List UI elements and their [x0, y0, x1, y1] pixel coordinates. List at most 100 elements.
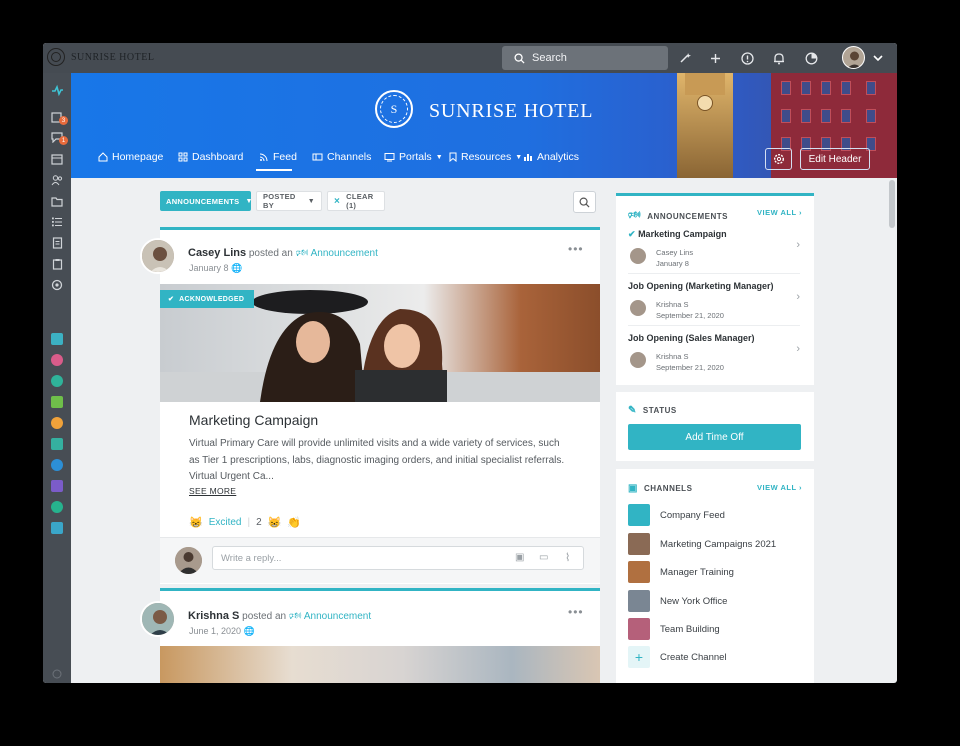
announcement-item[interactable]: Job Opening (Sales Manager) Krishna S Sep…	[628, 333, 800, 381]
feed-search-button[interactable]	[573, 191, 596, 213]
search-box[interactable]: Search	[502, 46, 668, 70]
post-type-link[interactable]: Announcement	[304, 611, 371, 622]
chevron-right-icon: ›	[796, 291, 800, 303]
reaction-count[interactable]: 2	[256, 517, 262, 528]
app-8-icon[interactable]	[51, 480, 63, 492]
channel-item[interactable]: Company Feed	[628, 504, 725, 526]
channel-item[interactable]: Team Building	[628, 618, 720, 640]
plus-icon: +	[628, 646, 650, 668]
more-options-icon[interactable]: •••	[568, 242, 584, 256]
channel-item[interactable]: Manager Training	[628, 561, 734, 583]
portal-icon	[384, 153, 395, 162]
app-4-icon[interactable]	[51, 396, 63, 408]
post-image: ✔ ACKNOWLEDGED	[160, 284, 600, 402]
nav-analytics-label: Analytics	[537, 151, 580, 163]
nav-analytics[interactable]: Analytics	[523, 151, 579, 163]
chat-icon[interactable]: 1	[50, 130, 68, 145]
app-window: SUNRISE HOTEL Search 3 1 S SUNRISE HOTEL…	[43, 43, 897, 683]
channels-view-all[interactable]: VIEW ALL ›	[757, 483, 802, 492]
collapse-icon[interactable]	[50, 667, 64, 681]
status-heading: ✎ STATUS	[628, 405, 677, 416]
see-more-link[interactable]: SEE MORE	[189, 486, 236, 496]
user-avatar[interactable]	[842, 46, 865, 69]
app-6-icon[interactable]	[51, 438, 63, 450]
folder-icon[interactable]	[50, 194, 64, 208]
post-author[interactable]: Casey Lins	[188, 247, 246, 259]
clock-face	[697, 95, 713, 111]
channel-item[interactable]: Marketing Campaigns 2021	[628, 533, 776, 555]
nav-resources[interactable]: Resources ▼	[449, 151, 522, 163]
clear-filter-button[interactable]: × CLEAR (1)	[327, 191, 385, 211]
magic-wand-icon[interactable]	[676, 49, 694, 67]
clipboard-icon[interactable]	[50, 257, 64, 271]
announcements-view-all[interactable]: VIEW ALL ›	[757, 208, 802, 217]
page-scrollbar[interactable]	[889, 180, 895, 228]
posted-by-filter[interactable]: POSTED BY ▼	[256, 191, 322, 211]
channel-label: Manager Training	[660, 566, 734, 578]
plus-icon[interactable]	[706, 49, 724, 67]
people-icon[interactable]	[50, 173, 64, 187]
nav-feed[interactable]: Feed	[259, 151, 297, 163]
author-avatar[interactable]	[140, 238, 176, 274]
edit-icon: ✎	[628, 405, 637, 416]
nav-homepage[interactable]: Homepage	[98, 151, 163, 163]
chevron-right-icon: ›	[796, 343, 800, 355]
settings-icon[interactable]	[50, 278, 64, 292]
app-2-icon[interactable]	[51, 354, 63, 366]
app-1-icon[interactable]	[51, 333, 63, 345]
document-icon[interactable]	[50, 236, 64, 250]
channel-label: Team Building	[660, 623, 720, 635]
post-type-link[interactable]: Announcement	[311, 248, 378, 259]
chat-badge: 1	[59, 136, 68, 145]
app-5-icon[interactable]	[51, 417, 63, 429]
channel-item[interactable]: New York Office	[628, 590, 727, 612]
current-user-avatar	[175, 547, 202, 574]
nav-portals[interactable]: Portals ▼	[384, 151, 443, 163]
attachment-icon[interactable]: ⌇	[565, 551, 570, 564]
announcement-item[interactable]: ✔ Marketing Campaign Casey Lins January 8…	[628, 229, 800, 274]
announcements-filter[interactable]: ANNOUNCEMENTS ▼	[160, 191, 252, 211]
channel-thumbnail	[628, 561, 650, 583]
megaphone-icon: 🕬	[628, 210, 642, 221]
reaction-label[interactable]: Excited	[209, 517, 242, 528]
bell-icon[interactable]	[770, 49, 788, 67]
chevron-down-icon[interactable]	[869, 49, 887, 67]
app-10-icon[interactable]	[51, 522, 63, 534]
nav-dashboard-label: Dashboard	[192, 151, 244, 163]
author-avatar[interactable]	[140, 601, 176, 637]
channels-panel: ▣ CHANNELS VIEW ALL › Company Feed Marke…	[616, 469, 814, 683]
edit-header-button[interactable]: Edit Header	[800, 148, 870, 170]
activity-icon[interactable]	[50, 83, 64, 97]
globe-icon: 🌐	[231, 263, 243, 273]
app-7-icon[interactable]	[51, 459, 63, 471]
excited-emoji-icon[interactable]: 😸	[189, 516, 203, 529]
tasks-icon[interactable]: 3	[50, 110, 68, 125]
gif-icon[interactable]: ▭	[539, 552, 548, 563]
header-settings-button[interactable]	[765, 148, 792, 170]
nav-channels[interactable]: Channels	[312, 151, 371, 163]
announcement-byline: Krishna S September 21, 2020	[656, 300, 724, 320]
cat-emoji-icon: 😸	[267, 517, 282, 529]
app-9-icon[interactable]	[51, 501, 63, 513]
app-3-icon[interactable]	[51, 375, 63, 387]
camera-icon[interactable]: ▣	[515, 552, 524, 563]
announcement-item[interactable]: Job Opening (Marketing Manager) Krishna …	[628, 281, 800, 326]
create-channel-button[interactable]: + Create Channel	[628, 646, 727, 668]
reply-input[interactable]: Write a reply... ▣ ▭ ⌇	[212, 546, 584, 570]
checklist-icon[interactable]	[50, 215, 64, 229]
post-meta: June 1, 2020 🌐	[189, 626, 255, 637]
more-options-icon[interactable]: •••	[568, 605, 584, 619]
post-author[interactable]: Krishna S	[188, 610, 239, 622]
brand[interactable]: SUNRISE HOTEL	[47, 48, 154, 66]
reply-section: Write a reply... ▣ ▭ ⌇	[160, 537, 600, 583]
status-panel: ✎ STATUS Add Time Off	[616, 392, 814, 461]
post-title[interactable]: Marketing Campaign	[189, 412, 318, 428]
announcements-heading: 🕬 ANNOUNCEMENTS	[628, 208, 728, 225]
announcement-byline: Casey Lins January 8	[656, 248, 694, 268]
clear-filter-label: CLEAR (1)	[346, 192, 374, 210]
nav-dashboard[interactable]: Dashboard	[178, 151, 243, 163]
calendar-icon[interactable]	[50, 152, 64, 166]
add-time-off-button[interactable]: Add Time Off	[628, 424, 801, 450]
help-icon[interactable]	[738, 49, 756, 67]
pie-chart-icon[interactable]	[802, 49, 820, 67]
